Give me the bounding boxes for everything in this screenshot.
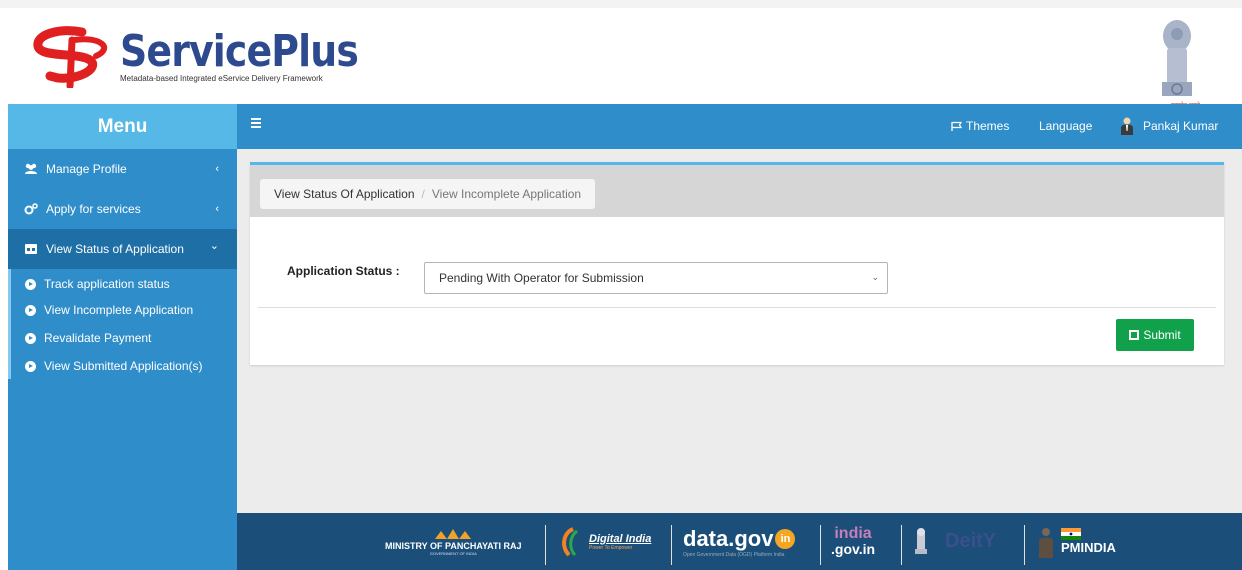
ashoka-emblem-icon xyxy=(915,527,927,554)
sidebar-item-label: Manage Profile xyxy=(46,162,127,176)
themes-button[interactable]: Themes xyxy=(951,119,1009,133)
panel-header: View Status Of Application / View Incomp… xyxy=(250,165,1224,217)
india-gov-logo[interactable]: india .gov.in xyxy=(831,513,875,570)
menu-title: Menu xyxy=(8,104,237,149)
chevron-circle-right-icon xyxy=(25,332,36,344)
sidebar-subitem-label: View Submitted Application(s) xyxy=(44,359,203,373)
chevron-circle-right-icon xyxy=(25,304,36,316)
brand-name: ServicePlus xyxy=(120,26,359,77)
india-gov-suffix: .gov.in xyxy=(831,540,876,557)
serviceplus-logo[interactable]: ServicePlus Metadata-based Integrated eS… xyxy=(30,26,397,88)
footer-divider xyxy=(545,525,546,565)
sidebar-item-manage-profile[interactable]: Manage Profile ‹ xyxy=(8,149,237,189)
application-status-value: Pending With Operator for Submission xyxy=(439,271,644,285)
user-avatar-icon xyxy=(1121,117,1133,135)
user-menu[interactable]: Pankaj Kumar xyxy=(1121,117,1218,135)
sidebar-subitem-revalidate-payment[interactable]: Revalidate Payment xyxy=(25,331,151,345)
deity-text: DeitY xyxy=(945,530,997,552)
sidebar-item-view-status[interactable]: View Status of Application ⌄ xyxy=(8,229,237,269)
sidebar-subitem-view-submitted-applications[interactable]: View Submitted Application(s) xyxy=(25,359,203,373)
chevron-down-icon: ⌄ xyxy=(871,272,879,282)
flag-icon xyxy=(951,121,963,131)
application-status-select[interactable]: Pending With Operator for Submission ⌄ xyxy=(424,262,888,294)
panchayati-raj-subtext: GOVERNMENT OF INDIA xyxy=(429,551,477,556)
chevron-circle-right-icon xyxy=(25,360,36,372)
gears-icon xyxy=(24,203,38,215)
breadcrumb: View Status Of Application / View Incomp… xyxy=(260,179,596,209)
submit-button[interactable]: Submit xyxy=(1116,319,1194,351)
sidebar: Manage Profile ‹ Apply for services ‹ Vi… xyxy=(8,149,237,570)
save-icon xyxy=(1129,330,1140,340)
chevron-left-icon: ‹ xyxy=(215,163,219,175)
panchayati-raj-logo[interactable]: MINISTRY OF PANCHAYATI RAJ GOVERNMENT OF… xyxy=(385,513,522,570)
digital-india-text: Digital India xyxy=(589,532,652,545)
sidebar-subitem-track-application-status[interactable]: Track application status xyxy=(25,277,170,291)
footer-divider xyxy=(901,525,902,565)
footer-divider xyxy=(671,525,672,565)
sidebar-submenu: Track application status View Incomplete… xyxy=(8,269,237,379)
sidebar-subitem-view-incomplete-application[interactable]: View Incomplete Application xyxy=(25,303,193,317)
panchayati-raj-emblem-icon xyxy=(435,529,472,539)
language-label: Language xyxy=(1039,119,1093,133)
breadcrumb-view-status[interactable]: View Status Of Application xyxy=(274,187,415,201)
digital-india-logo[interactable]: Digital India Power To Empower xyxy=(559,513,651,570)
user-name: Pankaj Kumar xyxy=(1143,119,1219,133)
digital-india-subtext: Power To Empower xyxy=(589,544,633,551)
pmindia-logo[interactable]: PMINDIA xyxy=(1037,513,1116,570)
digital-india-swirl-icon xyxy=(562,526,579,556)
submit-label: Submit xyxy=(1143,328,1181,342)
chevron-left-icon: ‹ xyxy=(215,203,219,215)
breadcrumb-current: View Incomplete Application xyxy=(431,187,582,201)
footer-divider xyxy=(820,525,821,565)
national-emblem-icon xyxy=(1162,20,1192,96)
data-gov-text: data.gov xyxy=(683,525,774,551)
top-navbar: Themes Language Pankaj Kumar xyxy=(237,104,1242,149)
sp-logo-mark-icon xyxy=(33,26,108,88)
data-gov-subtext: Open Government Data (OGD) Platform Indi… xyxy=(683,551,785,558)
footer-partner-logos: MINISTRY OF PANCHAYATI RAJ GOVERNMENT OF… xyxy=(237,513,1242,570)
window-icon xyxy=(25,244,37,254)
hamburger-menu-icon[interactable] xyxy=(251,118,261,130)
panchayati-raj-text: MINISTRY OF PANCHAYATI RAJ xyxy=(385,541,522,551)
sidebar-item-label: Apply for services xyxy=(46,202,141,216)
sidebar-item-label: View Status of Application xyxy=(46,242,184,256)
site-header: ServicePlus Metadata-based Integrated eS… xyxy=(0,0,1242,109)
language-button[interactable]: Language xyxy=(1039,119,1092,133)
sidebar-subitem-label: View Incomplete Application xyxy=(44,303,194,317)
india-flag-icon xyxy=(1061,528,1081,540)
sidebar-subitem-label: Track application status xyxy=(44,277,170,291)
pmindia-text: PMINDIA xyxy=(1061,540,1116,555)
form-divider xyxy=(258,307,1216,308)
main-content: View Status Of Application / View Incomp… xyxy=(237,149,1242,513)
footer-divider xyxy=(1024,525,1025,565)
sidebar-item-apply-for-services[interactable]: Apply for services ‹ xyxy=(8,189,237,229)
breadcrumb-separator: / xyxy=(421,187,425,201)
deity-logo[interactable]: DeitY xyxy=(913,513,996,570)
data-gov-badge-icon: in xyxy=(775,528,796,549)
india-gov-text: india xyxy=(834,524,872,542)
themes-label: Themes xyxy=(966,119,1010,133)
users-icon xyxy=(25,163,37,174)
sidebar-subitem-label: Revalidate Payment xyxy=(44,331,152,345)
chevron-circle-right-icon xyxy=(25,278,36,290)
chevron-down-icon: ⌄ xyxy=(209,240,219,252)
pm-figure-icon xyxy=(1039,527,1053,558)
status-panel: View Status Of Application / View Incomp… xyxy=(250,162,1224,365)
application-status-label: Application Status : xyxy=(287,264,400,278)
data-gov-logo[interactable]: data.gov in Open Government Data (OGD) P… xyxy=(683,513,796,570)
